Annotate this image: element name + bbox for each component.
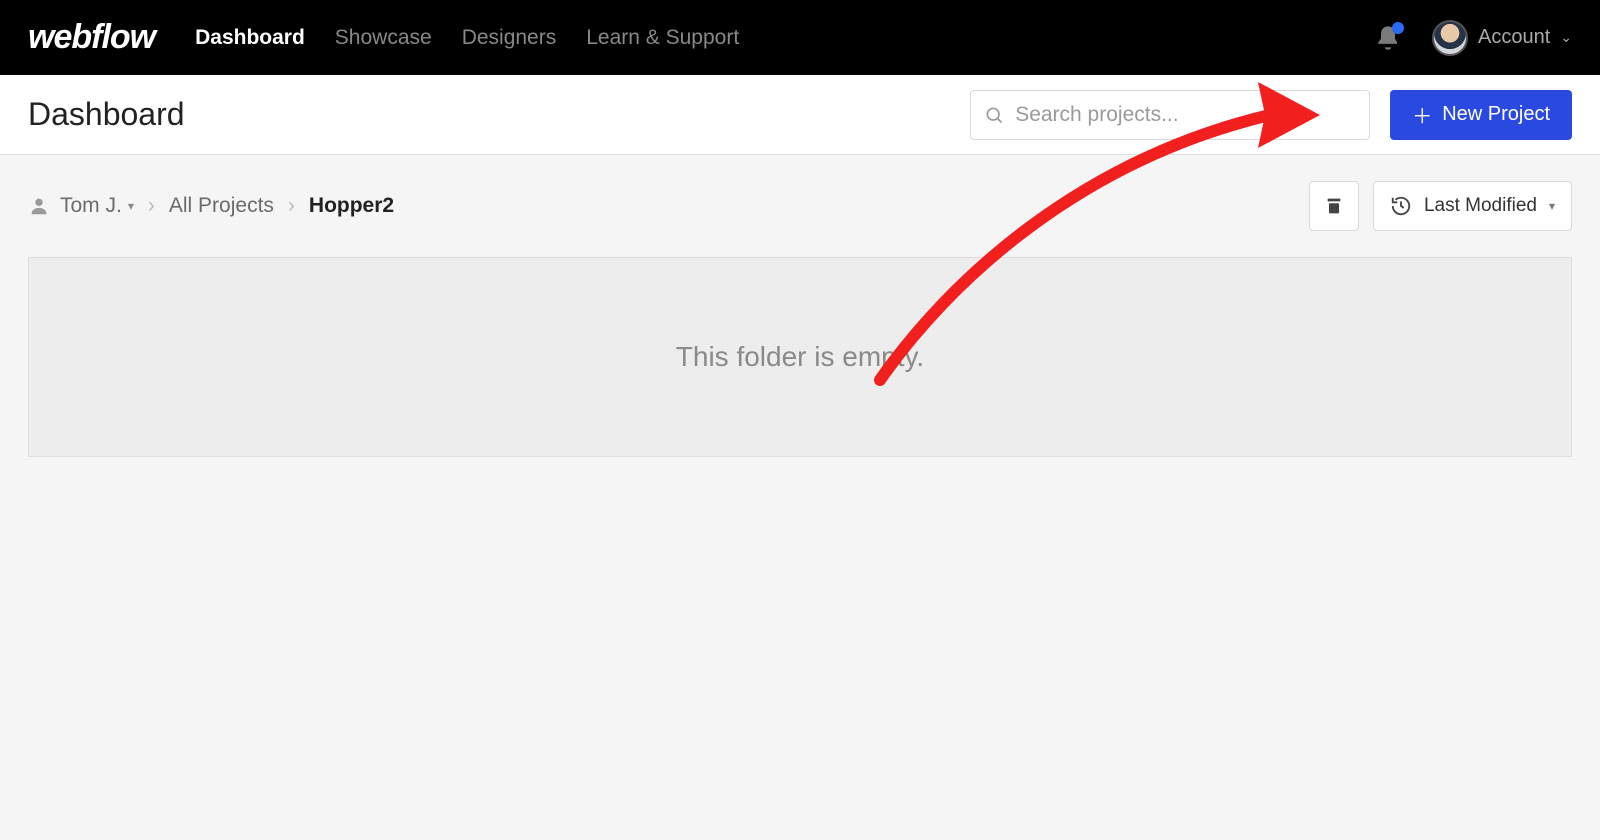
- sort-label: Last Modified: [1424, 195, 1537, 217]
- plus-icon: ＋: [1412, 100, 1432, 129]
- nav-link-showcase[interactable]: Showcase: [335, 26, 432, 50]
- new-project-label: New Project: [1442, 103, 1550, 126]
- sub-header: Dashboard ＋ New Project: [0, 75, 1600, 155]
- toolbar: Tom J. ▾ › All Projects › Hopper2 Last M…: [0, 155, 1600, 257]
- top-nav: webflow Dashboard Showcase Designers Lea…: [0, 0, 1600, 75]
- search-input[interactable]: [970, 90, 1370, 140]
- breadcrumb: Tom J. ▾ › All Projects › Hopper2: [28, 194, 394, 218]
- delete-button[interactable]: [1309, 181, 1359, 231]
- nav-link-designers[interactable]: Designers: [462, 26, 557, 50]
- nav-link-dashboard[interactable]: Dashboard: [195, 26, 305, 50]
- brand-logo[interactable]: webflow: [28, 18, 155, 57]
- page-title: Dashboard: [28, 96, 950, 133]
- chevron-down-icon: ⌄: [1560, 29, 1572, 46]
- user-icon: [28, 195, 50, 217]
- folder-content: This folder is empty.: [28, 257, 1572, 457]
- nav-links: Dashboard Showcase Designers Learn & Sup…: [195, 26, 1374, 50]
- account-menu[interactable]: Account ⌄: [1432, 20, 1572, 56]
- account-label: Account: [1478, 26, 1550, 49]
- chevron-right-icon: ›: [148, 194, 155, 218]
- nav-link-learn-support[interactable]: Learn & Support: [586, 26, 739, 50]
- chevron-right-icon: ›: [288, 194, 295, 218]
- breadcrumb-all-projects[interactable]: All Projects: [169, 194, 274, 218]
- sort-button[interactable]: Last Modified ▾: [1373, 181, 1572, 231]
- breadcrumb-current: Hopper2: [309, 194, 394, 218]
- history-icon: [1390, 195, 1412, 217]
- caret-down-icon: ▾: [1549, 199, 1555, 213]
- trash-icon: [1323, 195, 1345, 217]
- notification-dot-icon: [1392, 22, 1404, 34]
- notifications-button[interactable]: [1374, 24, 1402, 52]
- caret-down-icon: ▾: [128, 199, 134, 213]
- top-nav-right: Account ⌄: [1374, 20, 1572, 56]
- toolbar-right: Last Modified ▾: [1309, 181, 1572, 231]
- avatar: [1432, 20, 1468, 56]
- search-icon: [984, 105, 1004, 125]
- empty-state-message: This folder is empty.: [676, 341, 924, 373]
- breadcrumb-user-label: Tom J.: [60, 194, 122, 218]
- search-wrap: [970, 90, 1370, 140]
- new-project-button[interactable]: ＋ New Project: [1390, 90, 1572, 140]
- breadcrumb-user-menu[interactable]: Tom J. ▾: [28, 194, 134, 218]
